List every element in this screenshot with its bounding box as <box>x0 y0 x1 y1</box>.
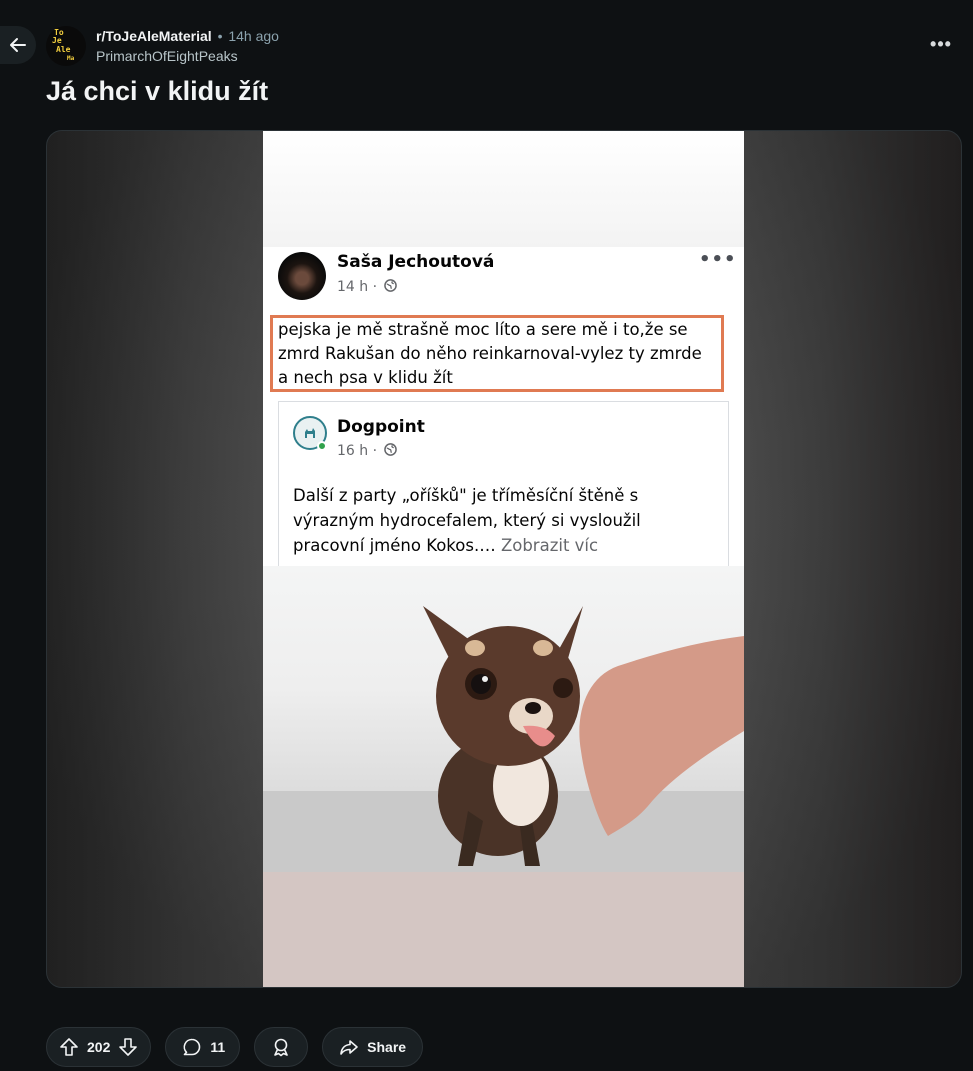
action-bar: 202 11 Share <box>46 1027 424 1067</box>
dog-photo <box>263 566 744 872</box>
globe-icon <box>383 279 397 292</box>
poster-name: Saša Jechoutová <box>337 252 495 272</box>
comment-count: 11 <box>210 1039 226 1055</box>
more-options-icon: ••• <box>930 33 952 54</box>
meta-separator: • <box>217 28 223 44</box>
upvote-button[interactable] <box>55 1033 83 1061</box>
comments-button[interactable]: 11 <box>165 1027 241 1067</box>
comment-line: zmrd Rakušan do něho reinkarnoval-vylez … <box>278 344 702 363</box>
comment-line: a nech psa v klidu žít <box>278 368 453 387</box>
downvote-button[interactable] <box>114 1033 142 1061</box>
media-image: Saša Jechoutová 14 h · ••• pejska je mě … <box>263 131 744 987</box>
facebook-post: Saša Jechoutová 14 h · ••• pejska je mě … <box>263 247 744 571</box>
online-indicator <box>317 441 327 451</box>
share-button[interactable]: Share <box>322 1027 424 1067</box>
shared-line: Další z party „oříšků" je tříměsíční ště… <box>293 486 639 505</box>
subreddit-avatar[interactable]: To Je Ale Ma <box>46 26 86 66</box>
avatar-text-2: Je <box>52 36 62 45</box>
see-more-link: Zobrazit víc <box>500 536 599 555</box>
post-meta: r/ToJeAleMaterial • 14h ago PrimarchOfEi… <box>96 27 279 65</box>
post-title[interactable]: Já chci v klidu žít <box>46 74 268 108</box>
back-button[interactable] <box>0 26 36 64</box>
share-label: Share <box>367 1039 407 1055</box>
page-time: 16 h · <box>337 443 397 459</box>
comment-line: pejska je mě strašně moc líto a sere mě … <box>278 320 688 339</box>
award-button[interactable] <box>254 1027 309 1067</box>
shared-post: Dogpoint 16 h · Další z party „oříšků" j… <box>278 401 729 571</box>
vote-group: 202 <box>46 1027 152 1067</box>
shared-post-text: Další z party „oříšků" je tříměsíční ště… <box>293 483 713 558</box>
back-arrow-icon <box>10 38 26 52</box>
image-padding <box>263 872 744 987</box>
post-menu-icon: ••• <box>699 249 737 270</box>
downvote-icon <box>119 1038 138 1056</box>
avatar-text-4: Ma <box>67 55 75 62</box>
author-link[interactable]: PrimarchOfEightPeaks <box>96 47 279 65</box>
vote-count: 202 <box>87 1039 111 1055</box>
avatar-text-3: Ale <box>56 45 71 54</box>
comment-text: pejska je mě strašně moc líto a sere mě … <box>278 318 718 390</box>
more-options-button[interactable]: ••• <box>925 28 957 60</box>
shared-line-last: pracovní jméno Kokos.… Zobrazit víc <box>293 536 599 555</box>
upvote-icon <box>60 1038 78 1056</box>
poster-avatar <box>278 252 326 300</box>
poster-time: 14 h · <box>337 279 397 295</box>
shared-line: výrazným hydrocefalem, který si vyslouži… <box>293 511 641 530</box>
page-name: Dogpoint <box>337 417 425 437</box>
post-time: 14h ago <box>228 28 279 44</box>
globe-icon <box>383 443 397 456</box>
comment-icon <box>183 1038 201 1056</box>
award-icon <box>274 1038 288 1057</box>
screenshot-top-blank <box>263 131 744 247</box>
post-media[interactable]: Saša Jechoutová 14 h · ••• pejska je mě … <box>46 130 962 988</box>
share-icon <box>340 1040 358 1055</box>
subreddit-link[interactable]: r/ToJeAleMaterial <box>96 28 212 44</box>
